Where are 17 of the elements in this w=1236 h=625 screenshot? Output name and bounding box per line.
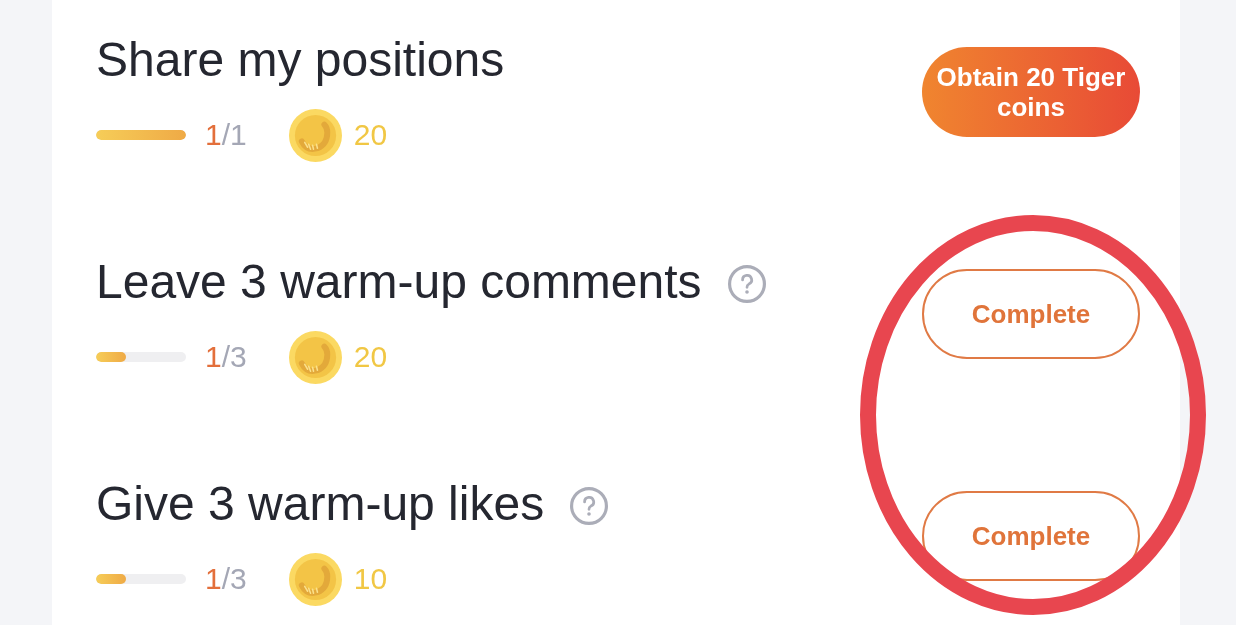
- task-title: Share my positions: [96, 32, 505, 88]
- coin-icon: [288, 552, 342, 606]
- claim-button[interactable]: Obtain 20 Tiger coins: [922, 47, 1140, 137]
- reward-amount: 10: [353, 561, 388, 597]
- coin-icon: [288, 108, 342, 162]
- task-title: Give 3 warm-up likes: [96, 476, 545, 532]
- reward-amount: 20: [353, 339, 388, 375]
- coin-icon: [288, 330, 342, 384]
- help-icon[interactable]: [727, 265, 766, 303]
- task-title: Leave 3 warm-up comments: [96, 254, 702, 310]
- complete-button[interactable]: Complete: [922, 269, 1140, 359]
- complete-button[interactable]: Complete: [922, 491, 1140, 581]
- help-icon[interactable]: [570, 487, 609, 525]
- reward-amount: 20: [353, 117, 388, 153]
- progress-count: 1/3: [205, 561, 247, 597]
- progress-count: 1/1: [205, 117, 247, 153]
- progress-count: 1/3: [205, 339, 247, 375]
